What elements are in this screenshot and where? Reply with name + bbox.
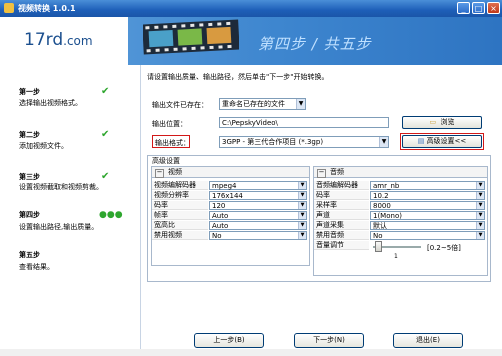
volume-slider-thumb[interactable] <box>374 241 382 252</box>
video-row-label: 视频编解码器 <box>152 181 208 190</box>
exit-button[interactable]: 退出(E) <box>393 333 463 348</box>
advanced-group-title: 高级设置 <box>152 157 180 165</box>
exists-label: 输出文件已存在： <box>152 101 208 109</box>
folder-icon: ▭ <box>429 118 437 126</box>
video-bitrate-select[interactable]: 120 ▼ <box>209 201 307 210</box>
disable-audio-select[interactable]: No ▼ <box>370 231 485 240</box>
video-row-label: 帧率 <box>152 211 208 220</box>
audio-row-label: 声道 <box>314 211 369 220</box>
output-path-field[interactable]: C:\PepskyVideo\ <box>219 117 389 128</box>
audio-channel-capture-select[interactable]: 默认 ▼ <box>370 221 485 230</box>
step-3-title: 第三步 <box>19 173 40 181</box>
step-2-title: 第二步 <box>19 131 40 139</box>
logo: 17rd.com <box>24 30 93 50</box>
step-5-desc: 查看结果。 <box>19 263 54 271</box>
maximize-button[interactable]: □ <box>472 2 485 14</box>
instruction-text: 请设置输出质量、输出路径，然后单击"下一步"开始转换。 <box>147 73 329 81</box>
step-4-desc: 设置输出路径,输出质量。 <box>19 223 99 231</box>
chevron-down-icon: ▼ <box>476 202 484 209</box>
window-title: 视频转换 1.0.1 <box>18 4 76 13</box>
chevron-down-icon: ▼ <box>298 222 306 229</box>
step-indicator: 第四步 / 共五步 <box>258 35 372 53</box>
video-row-label: 宽高比 <box>152 221 208 230</box>
format-label: 输出格式： <box>155 139 190 147</box>
volume-range: [0.2~5倍] <box>427 244 461 252</box>
video-row-label: 码率 <box>152 201 208 210</box>
app-icon <box>4 3 14 13</box>
video-row-label: 视频分辨率 <box>152 191 208 200</box>
chevron-down-icon: ▼ <box>476 232 484 239</box>
chevron-down-icon: ▼ <box>476 222 484 229</box>
step-1-title: 第一步 <box>19 88 40 96</box>
audio-channels-select[interactable]: 1(Mono) ▼ <box>370 211 485 220</box>
close-button[interactable]: × <box>487 2 500 14</box>
chevron-down-icon: ▼ <box>476 182 484 189</box>
audio-row-label: 音频编解码器 <box>314 181 369 190</box>
chevron-down-icon: ▼ <box>476 212 484 219</box>
advanced-settings-button[interactable]: ▤ 高级设置<< <box>402 135 482 148</box>
step-5-title: 第五步 <box>19 251 40 259</box>
step-3-desc: 设置视频截取和视频剪裁。 <box>19 183 103 191</box>
output-format-select[interactable]: 3GPP - 第三代合作项目 (*.3gp) ▼ <box>219 136 389 148</box>
disable-video-select[interactable]: No ▼ <box>209 231 307 240</box>
chevron-down-icon: ▼ <box>298 202 306 209</box>
volume-label: 音量调节 <box>314 241 369 250</box>
path-label: 输出位置： <box>152 120 187 128</box>
check-icon: ✔ <box>101 86 110 97</box>
collapse-icon[interactable]: − <box>317 169 326 178</box>
collapse-icon[interactable]: − <box>155 169 164 178</box>
status-bar <box>0 349 502 356</box>
audio-row-label: 声道采集 <box>314 221 369 230</box>
chevron-down-icon: ▼ <box>476 192 484 199</box>
exists-select[interactable]: 重命名已存在的文件 ▼ <box>219 98 306 110</box>
chevron-down-icon: ▼ <box>379 137 388 147</box>
video-codec-select[interactable]: mpeg4 ▼ <box>209 181 307 190</box>
video-aspect-select[interactable]: Auto ▼ <box>209 221 307 230</box>
video-resolution-select[interactable]: 176x144 ▼ <box>209 191 307 200</box>
prev-button[interactable]: 上一步(B) <box>194 333 264 348</box>
audio-samplerate-select[interactable]: 8000 ▼ <box>370 201 485 210</box>
video-row-label: 禁用视频 <box>152 231 208 240</box>
in-progress-icon: ●●● <box>99 210 123 220</box>
film-strip-icon <box>143 19 239 55</box>
step-4-title: 第四步 <box>19 211 40 219</box>
audio-codec-select[interactable]: amr_nb ▼ <box>370 181 485 190</box>
check-icon: ✔ <box>101 171 110 182</box>
settings-icon: ▤ <box>417 137 425 145</box>
video-framerate-select[interactable]: Auto ▼ <box>209 211 307 220</box>
audio-row-label: 禁用音频 <box>314 231 369 240</box>
step-1-desc: 选择输出视频格式。 <box>19 99 82 107</box>
volume-value: 1 <box>394 253 398 260</box>
check-icon: ✔ <box>101 129 110 140</box>
chevron-down-icon: ▼ <box>298 232 306 239</box>
step-2-desc: 添加视频文件。 <box>19 142 68 150</box>
audio-panel-header: − 音频 <box>314 167 487 178</box>
chevron-down-icon: ▼ <box>298 212 306 219</box>
chevron-down-icon: ▼ <box>298 192 306 199</box>
next-button[interactable]: 下一步(N) <box>294 333 364 348</box>
audio-bitrate-select[interactable]: 10.2 ▼ <box>370 191 485 200</box>
chevron-down-icon: ▼ <box>298 182 306 189</box>
browse-button[interactable]: ▭ 浏览 <box>402 116 482 129</box>
audio-row-label: 码率 <box>314 191 369 200</box>
video-panel-header: − 视频 <box>152 167 309 178</box>
minimize-button[interactable]: _ <box>457 2 470 14</box>
chevron-down-icon: ▼ <box>296 99 305 109</box>
audio-row-label: 采样率 <box>314 201 369 210</box>
